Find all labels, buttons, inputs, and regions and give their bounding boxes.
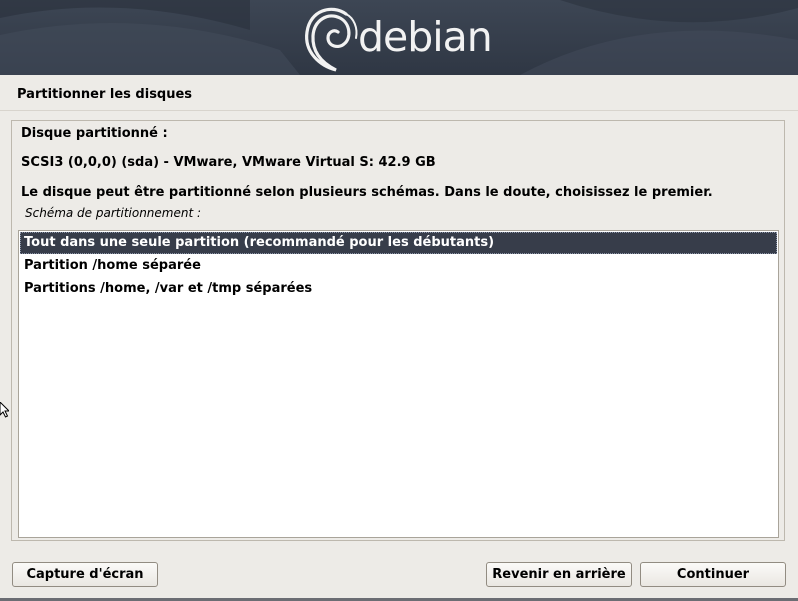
screenshot-button[interactable]: Capture d'écran: [12, 562, 158, 587]
header-banner: debian: [0, 0, 798, 75]
debian-swirl-icon: [305, 7, 358, 72]
go-back-button[interactable]: Revenir en arrière: [486, 562, 632, 587]
scheme-label: Schéma de partitionnement :: [25, 206, 202, 220]
continue-button[interactable]: Continuer: [640, 562, 786, 587]
description-text: Le disque peut être partitionné selon pl…: [21, 185, 713, 200]
scheme-option-separate-home[interactable]: Partition /home séparée: [20, 255, 777, 277]
page-title: Partitionner les disques: [17, 87, 193, 102]
scheme-option-separate-home-var-tmp[interactable]: Partitions /home, /var et /tmp séparées: [20, 278, 777, 300]
scheme-option-all-in-one[interactable]: Tout dans une seule partition (recommand…: [20, 232, 777, 254]
disk-label: Disque partitionné :: [21, 126, 168, 141]
debian-logo-text: debian: [358, 13, 493, 61]
disk-value: SCSI3 (0,0,0) (sda) - VMware, VMware Vir…: [21, 155, 436, 170]
debian-logo: debian: [302, 4, 493, 72]
scheme-list[interactable]: Tout dans une seule partition (recommand…: [18, 230, 779, 538]
mouse-pointer-icon: [0, 402, 9, 418]
title-divider: [0, 110, 798, 111]
